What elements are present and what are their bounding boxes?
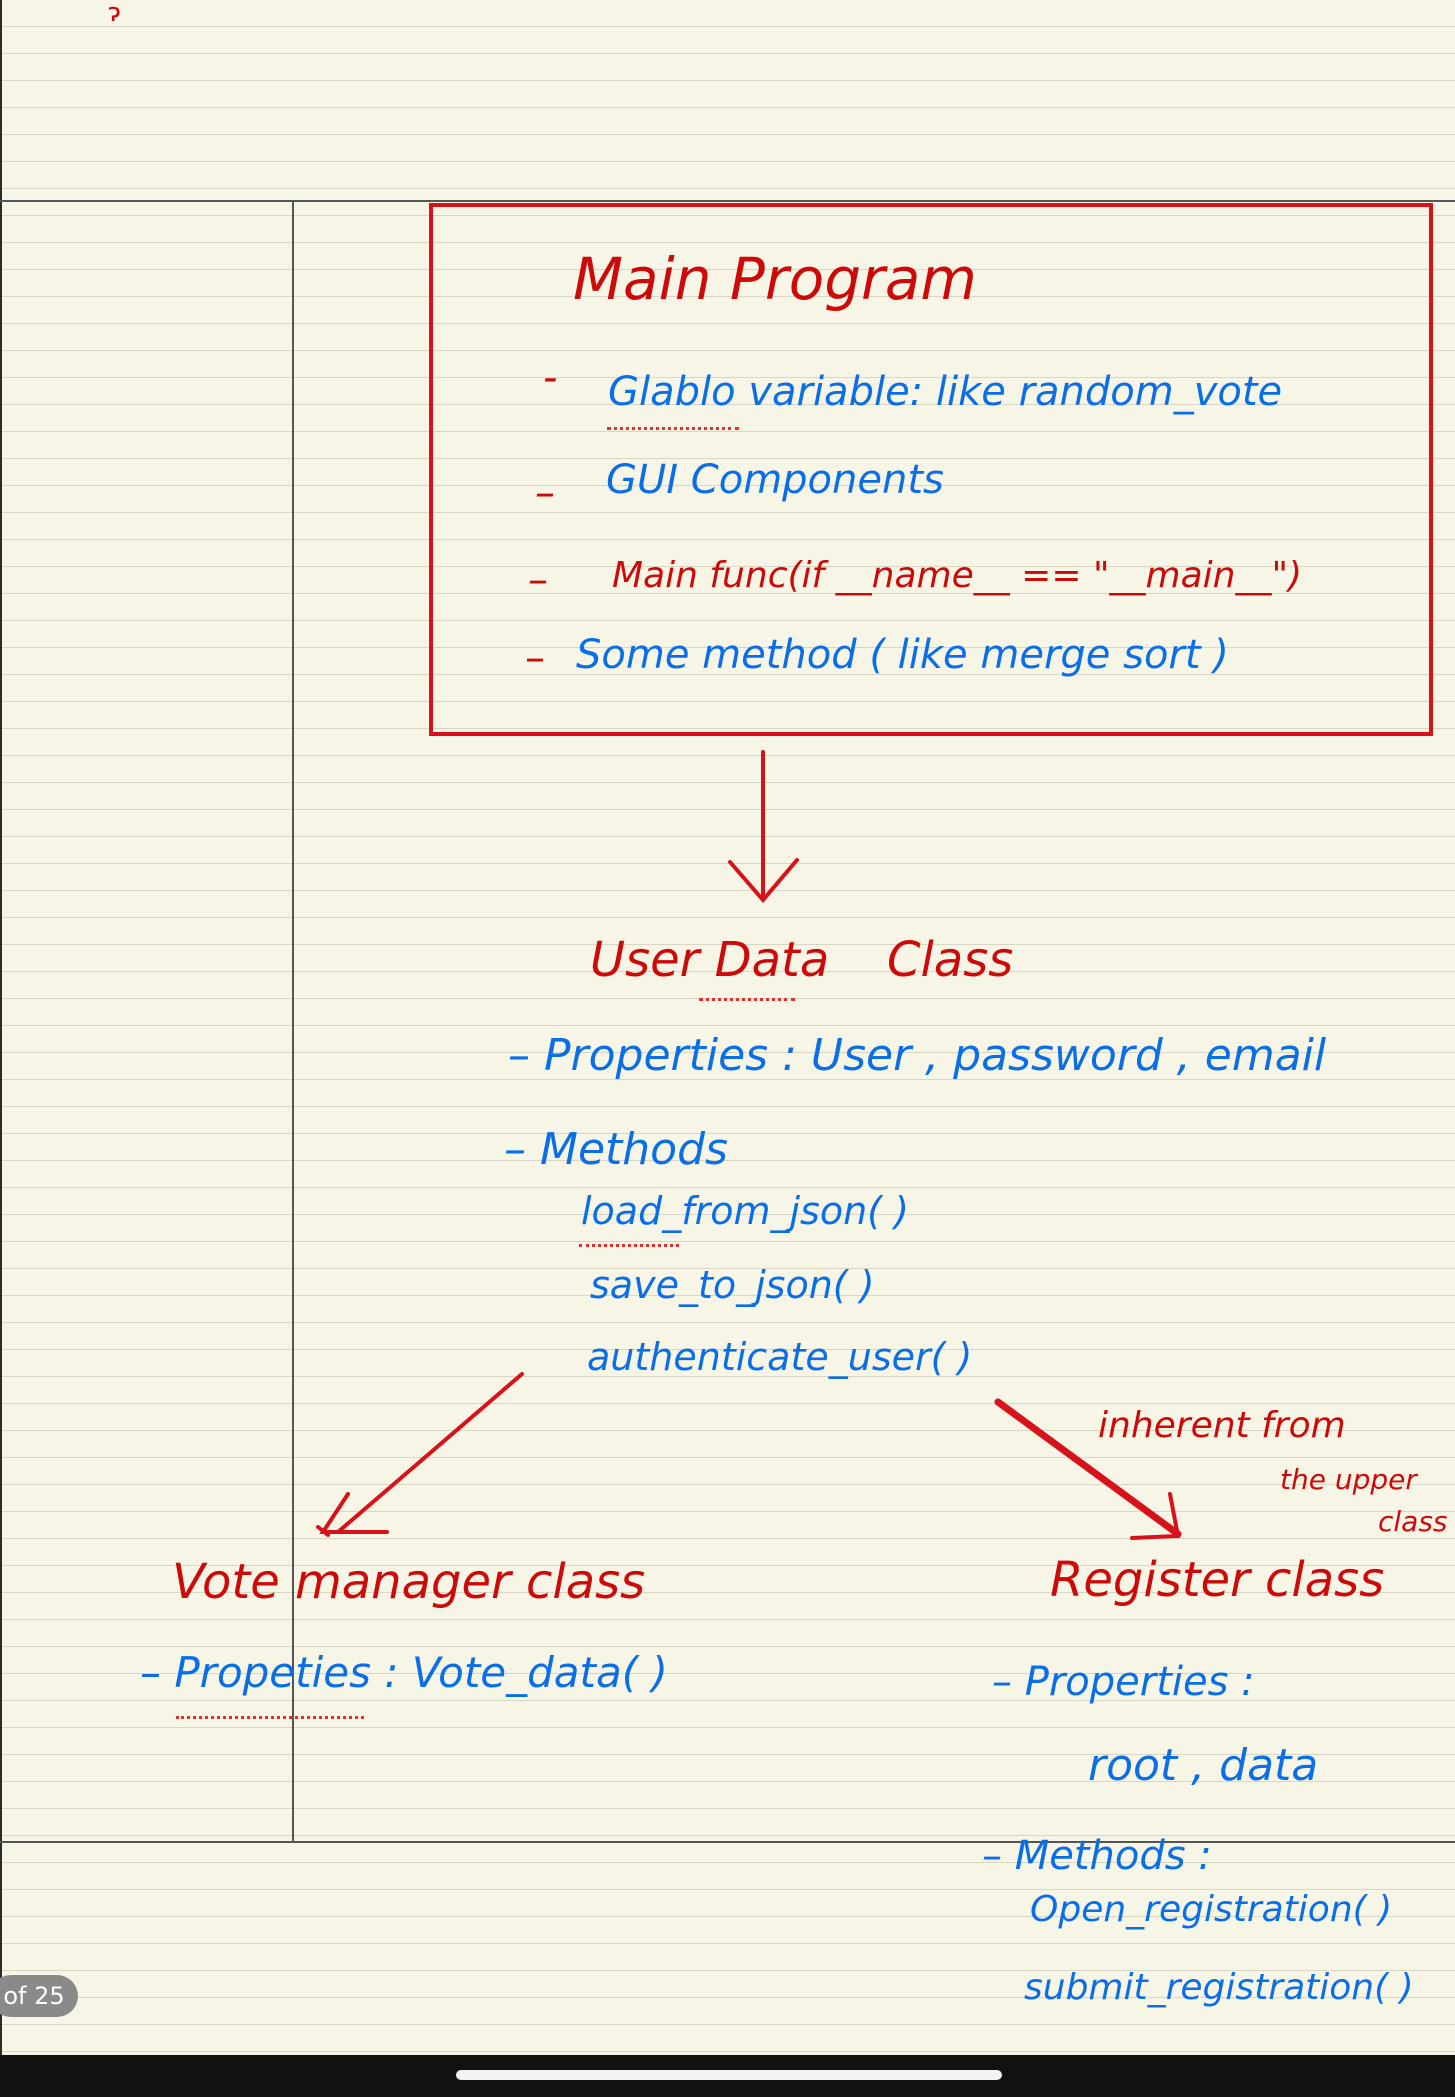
bottom-margin-line bbox=[0, 1841, 1455, 1843]
userdata-method: authenticate_user( ) bbox=[587, 1335, 973, 1379]
userdata-methods-label: – Methods bbox=[504, 1124, 728, 1175]
register-properties: root , data bbox=[1088, 1740, 1319, 1791]
register-method: submit_registration( ) bbox=[1024, 1967, 1414, 2008]
main-program-item-dash: – bbox=[528, 557, 548, 603]
inherit-note-line: the upper bbox=[1280, 1463, 1417, 1496]
main-program-item-some-method: Some method ( like merge sort ) bbox=[576, 632, 1229, 678]
spelling-underline bbox=[176, 1716, 364, 1719]
top-ink-mark: ɂ bbox=[108, 0, 121, 28]
userdata-method: save_to_json( ) bbox=[590, 1263, 875, 1307]
register-methods-label: – Methods : bbox=[982, 1833, 1212, 1879]
vote-manager-properties: – Propeties : Vote_data( ) bbox=[140, 1648, 668, 1697]
main-program-item-globals: Glablo variable: like random_vote bbox=[608, 369, 1283, 415]
top-margin-line bbox=[0, 200, 1455, 202]
vote-manager-title: Vote manager class bbox=[172, 1554, 646, 1610]
userdata-method: load_from_json( ) bbox=[581, 1189, 909, 1233]
inherit-note-line: inherent from bbox=[1098, 1405, 1346, 1446]
main-program-item-gui: GUI Components bbox=[606, 457, 944, 503]
main-program-item-dash: – bbox=[535, 470, 555, 516]
main-program-item-dash: - bbox=[543, 355, 558, 401]
register-title: Register class bbox=[1050, 1552, 1385, 1608]
userdata-title-class: Class bbox=[887, 932, 1014, 988]
register-properties-label: – Properties : bbox=[992, 1659, 1255, 1705]
inherit-note-line: class bbox=[1378, 1505, 1448, 1538]
page-indicator: of 25 bbox=[0, 1975, 78, 2017]
spelling-underline bbox=[579, 1244, 679, 1247]
main-program-item-dash: – bbox=[525, 635, 545, 681]
main-program-item-main-func: Main func(if __name__ == "__main__") bbox=[612, 555, 1303, 596]
spelling-underline bbox=[607, 427, 739, 430]
userdata-title: User Data bbox=[590, 932, 830, 988]
register-method: Open_registration( ) bbox=[1030, 1889, 1393, 1930]
main-program-title: Main Program bbox=[573, 245, 977, 313]
home-indicator[interactable] bbox=[456, 2070, 1002, 2080]
userdata-properties: – Properties : User , password , email bbox=[508, 1030, 1327, 1081]
spelling-underline bbox=[699, 998, 795, 1001]
